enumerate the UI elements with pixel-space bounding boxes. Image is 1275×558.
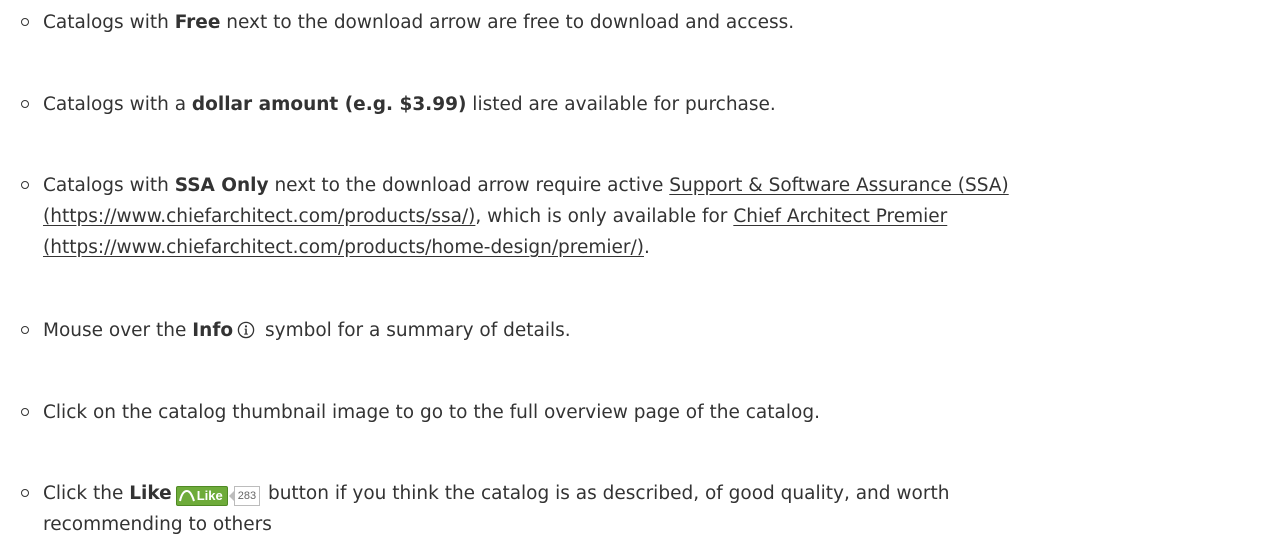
like-button-label: Like [196, 488, 223, 503]
item-text: Mouse over the [43, 320, 193, 341]
ssa-url-link[interactable]: (https://www.chiefarchitect.com/products… [43, 206, 475, 227]
ssa-link[interactable]: Support & Software Assurance (SSA) [669, 175, 1008, 196]
item-text: . [643, 237, 650, 258]
item-text: Click the [43, 483, 130, 504]
list-item-free: Catalogs with Free next to the download … [21, 7, 1263, 38]
item-bold-dollar: dollar amount (e.g. $3.99) [191, 94, 467, 115]
item-bold-free: Free [174, 12, 221, 33]
like-button[interactable]: Like [175, 486, 228, 506]
info-circle-icon [237, 318, 255, 339]
list-item-thumbnail: Click on the catalog thumbnail image to … [21, 397, 1263, 428]
premier-url-link[interactable]: (https://www.chiefarchitect.com/products… [43, 237, 644, 258]
item-bold-info: Info [192, 320, 234, 341]
item-text: button if you think the catalog is as de… [262, 483, 950, 504]
item-text: Click on the catalog thumbnail image to … [43, 402, 820, 423]
item-text: , which is only available for [475, 206, 734, 227]
bullet-circle [21, 181, 29, 189]
premier-link[interactable]: Chief Architect Premier [733, 206, 947, 227]
item-text: next to the download arrow are free to d… [220, 12, 795, 33]
item-bold-ssa: SSA Only [174, 175, 269, 196]
list-item-like: Click the Like Like 283 button if you thin… [21, 478, 1263, 540]
bullet-circle [21, 326, 29, 334]
item-bold-like: Like [129, 483, 172, 504]
bullet-circle [21, 100, 29, 108]
item-text: next to the download arrow require activ… [268, 175, 670, 196]
like-count: 283 [228, 486, 261, 506]
bullet-circle [21, 408, 29, 416]
list-item-dollar: Catalogs with a dollar amount (e.g. $3.9… [21, 89, 1263, 120]
list-item-info: Mouse over the Info symbol for a summary… [21, 315, 1263, 346]
item-text: listed are available for purchase. [466, 94, 776, 115]
item-text: Catalogs with [43, 12, 175, 33]
list-item-ssa: Catalogs with SSA Only next to the downl… [21, 170, 1263, 263]
item-text: Catalogs with a [43, 94, 192, 115]
bullet-circle [21, 489, 29, 497]
item-text: Catalogs with [43, 175, 175, 196]
like-curve-icon [178, 489, 195, 502]
item-text: symbol for a summary of details. [259, 320, 571, 341]
item-text: recommending to others [43, 514, 272, 535]
bullet-circle [21, 18, 29, 26]
like-widget[interactable]: Like 283 [175, 486, 261, 506]
